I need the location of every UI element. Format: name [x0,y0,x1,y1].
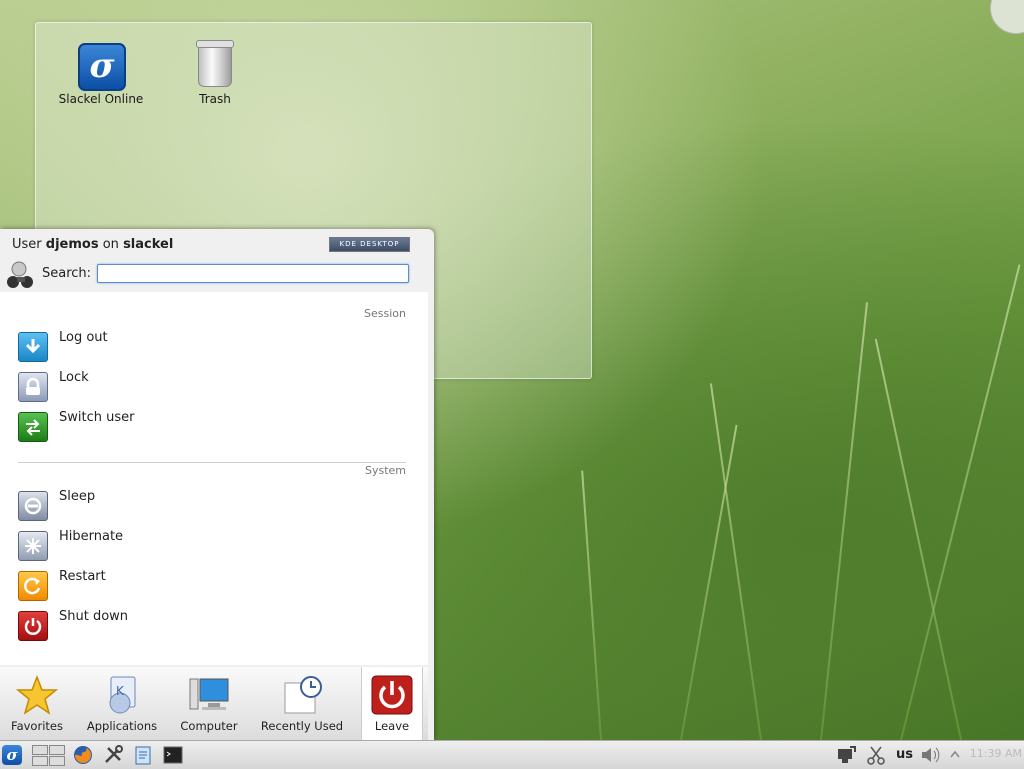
tab-recently-used[interactable]: Recently Used [256,667,348,740]
desktop-icon-label: Trash [199,92,231,106]
notes-icon[interactable] [133,745,153,765]
wallpaper-stalk [900,264,1021,741]
applications-icon: K [101,675,143,715]
log-out-icon [18,332,48,362]
desktop-icon-label: Slackel Online [58,92,144,106]
clipboard-scissors-icon[interactable] [866,745,886,765]
wallpaper-stalk [680,424,738,741]
sleep-icon [18,491,48,521]
power-icon [371,675,413,715]
leave-menu-list: Session Log out Lock Switch user System [0,292,428,665]
menu-item-switch-user[interactable]: Switch user [18,410,408,442]
switch-user-icon [18,412,48,442]
tab-leave[interactable]: Leave [361,667,423,740]
kickoff-menu: User djemos on slackel KDE DESKTOP Searc… [0,229,434,740]
clock-icon [281,675,323,715]
wallpaper-stalk [820,302,868,741]
volume-icon[interactable] [920,745,940,765]
hostname: slackel [123,237,174,252]
lock-icon [18,372,48,402]
computer-icon [188,675,230,715]
panel-clock[interactable]: 11:39 AM [970,747,1022,760]
slackel-menu-icon[interactable]: σ [2,745,22,765]
menu-item-restart[interactable]: Restart [18,569,408,601]
tray-expand-icon[interactable] [949,745,961,765]
shut-down-icon [18,611,48,641]
username: djemos [45,237,99,252]
wallpaper-stalk [581,470,602,741]
desktop-icon-slackel-online[interactable]: σ Slackel Online [46,43,156,106]
section-title-session: Session [364,307,406,320]
network-icon[interactable] [836,745,856,765]
section-title-system: System [364,464,406,477]
svg-text:K: K [116,684,125,698]
tools-icon[interactable] [103,745,123,765]
desktop-toolbox-button[interactable] [990,0,1024,34]
hibernate-icon [18,531,48,561]
desktop-icon-trash[interactable]: Trash [160,40,270,106]
search-label: Search: [42,266,92,281]
binoculars-icon [5,260,37,290]
tab-computer[interactable]: Computer [176,667,242,740]
menu-item-log-out[interactable]: Log out [18,330,408,362]
search-input[interactable] [97,264,409,283]
keyboard-layout-indicator[interactable]: us [896,747,913,762]
tab-favorites[interactable]: Favorites [5,667,69,740]
menu-item-lock[interactable]: Lock [18,370,408,402]
taskbar-panel: σ us 11:39 AM [0,740,1024,769]
user-header: User djemos on slackel [12,237,174,252]
menu-item-shut-down[interactable]: Shut down [18,609,408,641]
kickoff-tab-bar: Favorites K Applications Computer Recent… [0,667,428,740]
star-icon [15,674,59,715]
firefox-icon[interactable] [73,745,93,765]
wallpaper-stalk [709,383,762,741]
tab-applications[interactable]: K Applications [82,667,162,740]
menu-item-sleep[interactable]: Sleep [18,489,408,521]
slackel-logo-icon: σ [78,43,126,91]
terminal-icon[interactable] [163,745,183,765]
section-separator [18,462,406,463]
trash-icon [196,40,234,87]
kde-desktop-badge: KDE DESKTOP [329,237,410,252]
pager-icon[interactable] [32,745,66,766]
menu-item-hibernate[interactable]: Hibernate [18,529,408,561]
restart-icon [18,571,48,601]
